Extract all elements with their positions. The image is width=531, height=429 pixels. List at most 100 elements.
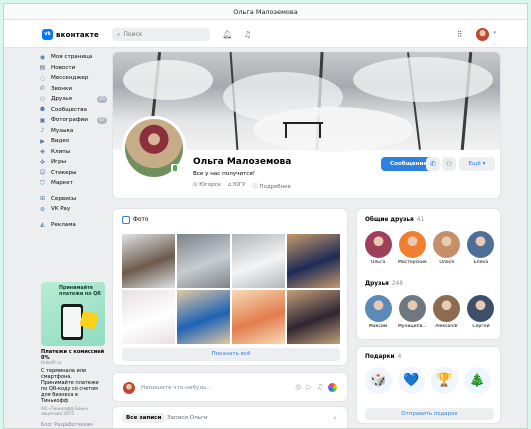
clips-icon: ◈ (40, 148, 45, 156)
sidebar-item-friends[interactable]: ⚇ Друзья 25 (39, 94, 109, 105)
color-background-icon[interactable] (328, 383, 337, 392)
friend-item[interactable]: Олеся (432, 231, 462, 265)
friend-name[interactable]: Муниципа... (397, 324, 427, 329)
video-icon[interactable]: ▷ (306, 383, 311, 392)
user-icon: ◉ (39, 53, 46, 61)
sidebar-item-label: Сообщества (51, 106, 87, 113)
photo-snowy-forest[interactable] (231, 234, 286, 288)
call-button[interactable]: ✆ (426, 157, 440, 171)
user-avatar-menu[interactable] (476, 28, 489, 41)
photo-person-winter[interactable] (122, 234, 176, 288)
phone-icon: ✆ (430, 160, 436, 168)
friend-item[interactable]: Муниципа... (397, 295, 427, 329)
post-input[interactable]: Напишите что-нибудь... (141, 385, 212, 391)
search-input[interactable] (123, 31, 204, 38)
tab-all-posts[interactable]: Все записи (122, 413, 166, 423)
friend-item[interactable]: Мастерские (397, 231, 427, 265)
friend-name[interactable]: Aleksandr (432, 324, 462, 329)
gifts-label: Подарки (365, 354, 395, 360)
friend-avatar[interactable] (433, 295, 461, 322)
sidebar-item-calls[interactable]: ✆ Звонки (39, 84, 109, 95)
profile-city[interactable]: ⊙ Югорск (193, 182, 221, 190)
friend-item[interactable]: Ольга (363, 231, 393, 265)
profile-university[interactable]: ⌂ ЮГУ (228, 182, 246, 190)
mutual-friends-title[interactable]: Общие друзья 41 (365, 217, 424, 223)
wall-tabs: Все записи Записи Ольги ⌕ (112, 406, 348, 428)
vk-logo[interactable]: vk вконтакте (42, 29, 99, 40)
photos-tab[interactable]: Фото (122, 216, 148, 224)
more-button-label: Ещё (468, 161, 481, 167)
friend-avatar[interactable] (467, 295, 495, 322)
music-icon[interactable]: ♫ (317, 383, 323, 392)
photo-ugra-event[interactable] (176, 289, 231, 344)
friend-avatar[interactable] (467, 231, 495, 258)
search-box[interactable]: ⌕ (112, 28, 210, 41)
sidebar-item-ads[interactable]: ◭ Реклама (39, 220, 109, 231)
friend-item[interactable]: Aleksandr (432, 295, 462, 329)
new-post-box[interactable]: Напишите что-нибудь... ◎ ▷ ♫ (112, 372, 348, 402)
friend-item[interactable]: Елена (466, 231, 496, 265)
apps-grid-icon[interactable]: ⠿ (454, 29, 465, 40)
photo-snowy-fence[interactable] (176, 234, 231, 288)
sidebar-item-label: Звонки (51, 85, 72, 92)
sidebar-item-music[interactable]: ♪ Музыка (39, 126, 109, 137)
profile-more-info[interactable]: ⓘ Подробнее (252, 182, 290, 190)
camera-icon[interactable]: ◎ (295, 383, 301, 392)
sidebar-item-groups[interactable]: ⚉ Сообщества (39, 105, 109, 116)
ad-image[interactable]: Принимайте платежи по QR (41, 282, 105, 346)
chevron-down-icon[interactable]: ▾ (493, 30, 496, 36)
sidebar-item-clips[interactable]: ◈ Клипы (39, 147, 109, 158)
photo-grid (122, 234, 340, 344)
friend-item[interactable]: Максим (363, 295, 393, 329)
gift-item[interactable]: 🎄 (464, 367, 491, 394)
friend-avatar[interactable] (433, 231, 461, 258)
sidebar-item-vkpay[interactable]: ⊛ VK Pay (39, 204, 109, 215)
sidebar-advertisement[interactable]: Принимайте платежи по QR Платежи с комис… (41, 282, 105, 416)
photo-night-sculpture[interactable] (286, 234, 340, 288)
tab-own-posts[interactable]: Записи Ольги (167, 415, 208, 421)
music-icon[interactable]: ♫ (242, 29, 253, 40)
bell-icon[interactable]: 🔔︎ (222, 29, 233, 40)
friend-avatar[interactable] (364, 231, 392, 258)
friends-title[interactable]: Друзья 248 (365, 281, 403, 287)
gift-item[interactable]: 💙 (398, 367, 425, 394)
footer-links[interactable]: Блог Разработчикам (41, 423, 93, 428)
friend-avatar[interactable] (398, 231, 426, 258)
sidebar-item-news[interactable]: ▤ Новости (39, 63, 109, 74)
friend-avatar[interactable] (398, 295, 426, 322)
gifts-title[interactable]: Подарки 4 (365, 354, 401, 360)
friend-name[interactable]: Ольга (363, 260, 393, 265)
photo-drawing[interactable] (122, 289, 176, 344)
friend-name[interactable]: Мастерские (397, 260, 427, 265)
friend-avatar[interactable] (364, 295, 392, 322)
friends-label: Друзья (365, 281, 389, 287)
show-all-photos-button[interactable]: Показать всё (122, 348, 340, 361)
sidebar-item-messenger[interactable]: ◌ Мессенджер (39, 73, 109, 84)
send-gift-button[interactable]: Отправить подарок (365, 408, 494, 420)
city-label: Югорск (199, 182, 221, 188)
ad-title[interactable]: Платежи с комиссией 0% (41, 349, 105, 361)
gift-item[interactable]: 🎲 (365, 367, 392, 394)
sidebar-item-services[interactable]: ⊞ Сервисы (39, 194, 109, 205)
friend-item[interactable]: Сергей (466, 295, 496, 329)
sidebar-item-games[interactable]: ✜ Игры (39, 157, 109, 168)
more-button[interactable]: Ещё ▾ (459, 157, 495, 171)
sidebar-item-my-page[interactable]: ◉ Моя страница (39, 52, 109, 63)
services-icon: ⊞ (39, 195, 46, 203)
photo-group-event[interactable] (286, 289, 340, 344)
friend-name[interactable]: Олеся (432, 260, 462, 265)
sidebar-item-market[interactable]: ⛉ Маркет (39, 178, 109, 189)
friend-name[interactable]: Елена (466, 260, 496, 265)
search-icon[interactable]: ⌕ (333, 414, 337, 423)
friends-badge: 25 (97, 95, 107, 103)
friend-name[interactable]: Максим (363, 324, 393, 329)
friend-status-button[interactable]: ⚇ (442, 157, 456, 171)
vk-logo-icon: vk (42, 29, 53, 40)
friend-name[interactable]: Сергей (466, 324, 496, 329)
photo-art-postcard[interactable] (231, 289, 286, 344)
sidebar-item-photos[interactable]: ▣ Фотографии 67 (39, 115, 109, 126)
mutual-friends-label: Общие друзья (365, 217, 414, 223)
sidebar-item-video[interactable]: ▶ Видео (39, 136, 109, 147)
sidebar-item-stickers[interactable]: ☺ Стикеры (39, 168, 109, 179)
gift-item[interactable]: 🏆 (431, 367, 458, 394)
